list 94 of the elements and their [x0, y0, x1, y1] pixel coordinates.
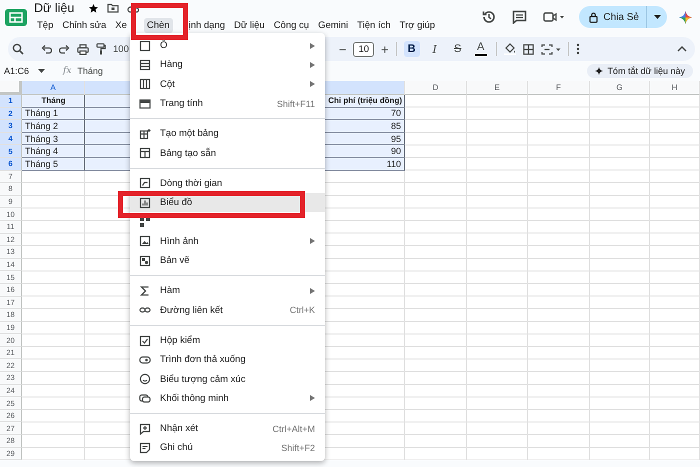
menu-item[interactable]: Ghi chú Shift+F2: [130, 438, 325, 458]
print-icon[interactable]: [77, 44, 89, 54]
timeline-icon: [139, 177, 151, 190]
smiley-icon: [139, 373, 151, 386]
bold-button[interactable]: B: [404, 41, 420, 57]
menu-item[interactable]: Công cụ: [270, 18, 312, 32]
document-title[interactable]: Dữ liệu: [34, 1, 74, 15]
menu-item[interactable]: Gemini: [315, 18, 352, 32]
shortcut-text: Shift+F2: [281, 442, 315, 453]
comment-icon[interactable]: [512, 10, 528, 24]
menu-item[interactable]: Hàng: [130, 55, 325, 75]
checkbox-icon: [139, 334, 151, 346]
table-icon: [139, 128, 151, 140]
menu-item[interactable]: Trợ giúp: [396, 18, 438, 32]
menu-item[interactable]: Hộp kiểm: [130, 330, 325, 350]
menu-item[interactable]: Hình ảnh: [130, 232, 325, 251]
drawing-icon: [139, 254, 151, 267]
shortcut-text: Ctrl+K: [290, 305, 315, 316]
menu-item[interactable]: Nhận xét Ctrl+Alt+M: [130, 419, 325, 438]
star-icon[interactable]: [88, 2, 100, 14]
table-cell: Tháng 5: [22, 158, 85, 171]
share-button[interactable]: Chia Sẻ: [579, 6, 667, 28]
strikethrough-button[interactable]: S: [450, 41, 466, 57]
menu-item[interactable]: Dữ liệu: [231, 18, 268, 32]
redo-icon[interactable]: [59, 44, 70, 54]
caret-down-icon: [654, 15, 661, 19]
table-icon: [139, 147, 151, 160]
text-color-button[interactable]: A: [472, 41, 489, 57]
menu-item[interactable]: Chèn: [144, 18, 173, 32]
chip-icon: [139, 392, 151, 404]
grid-icon: [139, 216, 151, 228]
bar-chart-icon: [139, 196, 151, 209]
sigma-icon: [139, 284, 151, 297]
dropdown-icon: [139, 354, 151, 366]
menu-item[interactable]: Xe: [112, 18, 130, 32]
caret-down-icon[interactable]: [38, 69, 45, 73]
menu-item[interactable]: Bản vẽ: [130, 250, 325, 270]
menu-item[interactable]: Hàm: [130, 281, 325, 301]
menu-item[interactable]: Tiện ích: [354, 18, 394, 32]
spreadsheet-logo-icon[interactable]: [5, 8, 27, 26]
table-cell: Tháng 3: [22, 132, 85, 146]
column-header[interactable]: H: [650, 81, 700, 95]
borders-icon[interactable]: [522, 44, 534, 54]
menu-item[interactable]: Chỉnh sửa: [59, 18, 110, 32]
menu-item[interactable]: ịnh dạng: [186, 18, 228, 32]
table-cell: Tháng: [22, 95, 85, 108]
column-header[interactable]: E: [467, 81, 528, 95]
column-header[interactable]: D: [405, 81, 467, 95]
column-header[interactable]: F: [528, 81, 590, 95]
note-icon: [139, 442, 151, 454]
fx-label: fx: [63, 66, 72, 76]
menu-item[interactable]: Biểu tượng cảm xúc: [130, 369, 325, 389]
summarize-button[interactable]: Tóm tắt dữ liệu này: [587, 64, 693, 78]
sheet-icon: [139, 98, 151, 110]
lock-icon: [589, 12, 598, 22]
rows-icon: [139, 58, 151, 71]
shortcut-text: Ctrl+Alt+M: [272, 424, 315, 434]
history-icon[interactable]: [481, 9, 498, 25]
menu-item[interactable]: Đường liên kết Ctrl+K: [130, 300, 325, 320]
increase-font-size-button[interactable]: +: [381, 42, 389, 56]
column-header[interactable]: A: [22, 81, 85, 95]
name-box[interactable]: A1:C6: [4, 66, 32, 76]
font-size-field[interactable]: 10: [353, 42, 374, 56]
sparkle-icon: [595, 67, 604, 75]
image-icon: [139, 235, 151, 248]
menu-item[interactable]: Cột: [130, 74, 325, 94]
fill-color-icon[interactable]: [504, 43, 516, 55]
paint-roller-icon[interactable]: [96, 43, 106, 55]
video-camera-icon[interactable]: [543, 11, 566, 23]
menu-item[interactable]: Ô: [130, 36, 325, 56]
merge-cells-icon[interactable]: [540, 44, 561, 54]
comment-icon: [139, 422, 151, 435]
folder-icon[interactable]: [107, 3, 120, 13]
columns-icon: [139, 78, 151, 90]
zoom-select[interactable]: 100: [113, 44, 129, 54]
italic-button[interactable]: I: [426, 41, 443, 57]
menu-item[interactable]: Dòng thời gian: [130, 174, 325, 194]
formula-field[interactable]: Tháng: [77, 66, 103, 76]
menu-item[interactable]: Tệp: [34, 18, 56, 32]
table-cell: Tháng 4: [22, 145, 85, 158]
undo-icon[interactable]: [41, 44, 52, 54]
more-vertical-icon[interactable]: [576, 43, 580, 55]
shortcut-text: Shift+F11: [276, 98, 315, 109]
table-cell: Tháng 2: [22, 120, 85, 133]
square-icon: [139, 40, 151, 52]
decrease-font-size-button[interactable]: −: [338, 42, 346, 56]
sparkle-icon[interactable]: [679, 10, 692, 24]
table-cell: Tháng 1: [22, 108, 85, 120]
menu-item[interactable]: Khối thông minh: [130, 388, 325, 408]
menu-item[interactable]: Trình đơn thả xuống: [130, 350, 325, 370]
search-icon[interactable]: [12, 43, 24, 55]
column-header[interactable]: G: [590, 81, 650, 95]
collapse-icon[interactable]: [677, 46, 687, 52]
cloud-icon[interactable]: [127, 4, 140, 12]
